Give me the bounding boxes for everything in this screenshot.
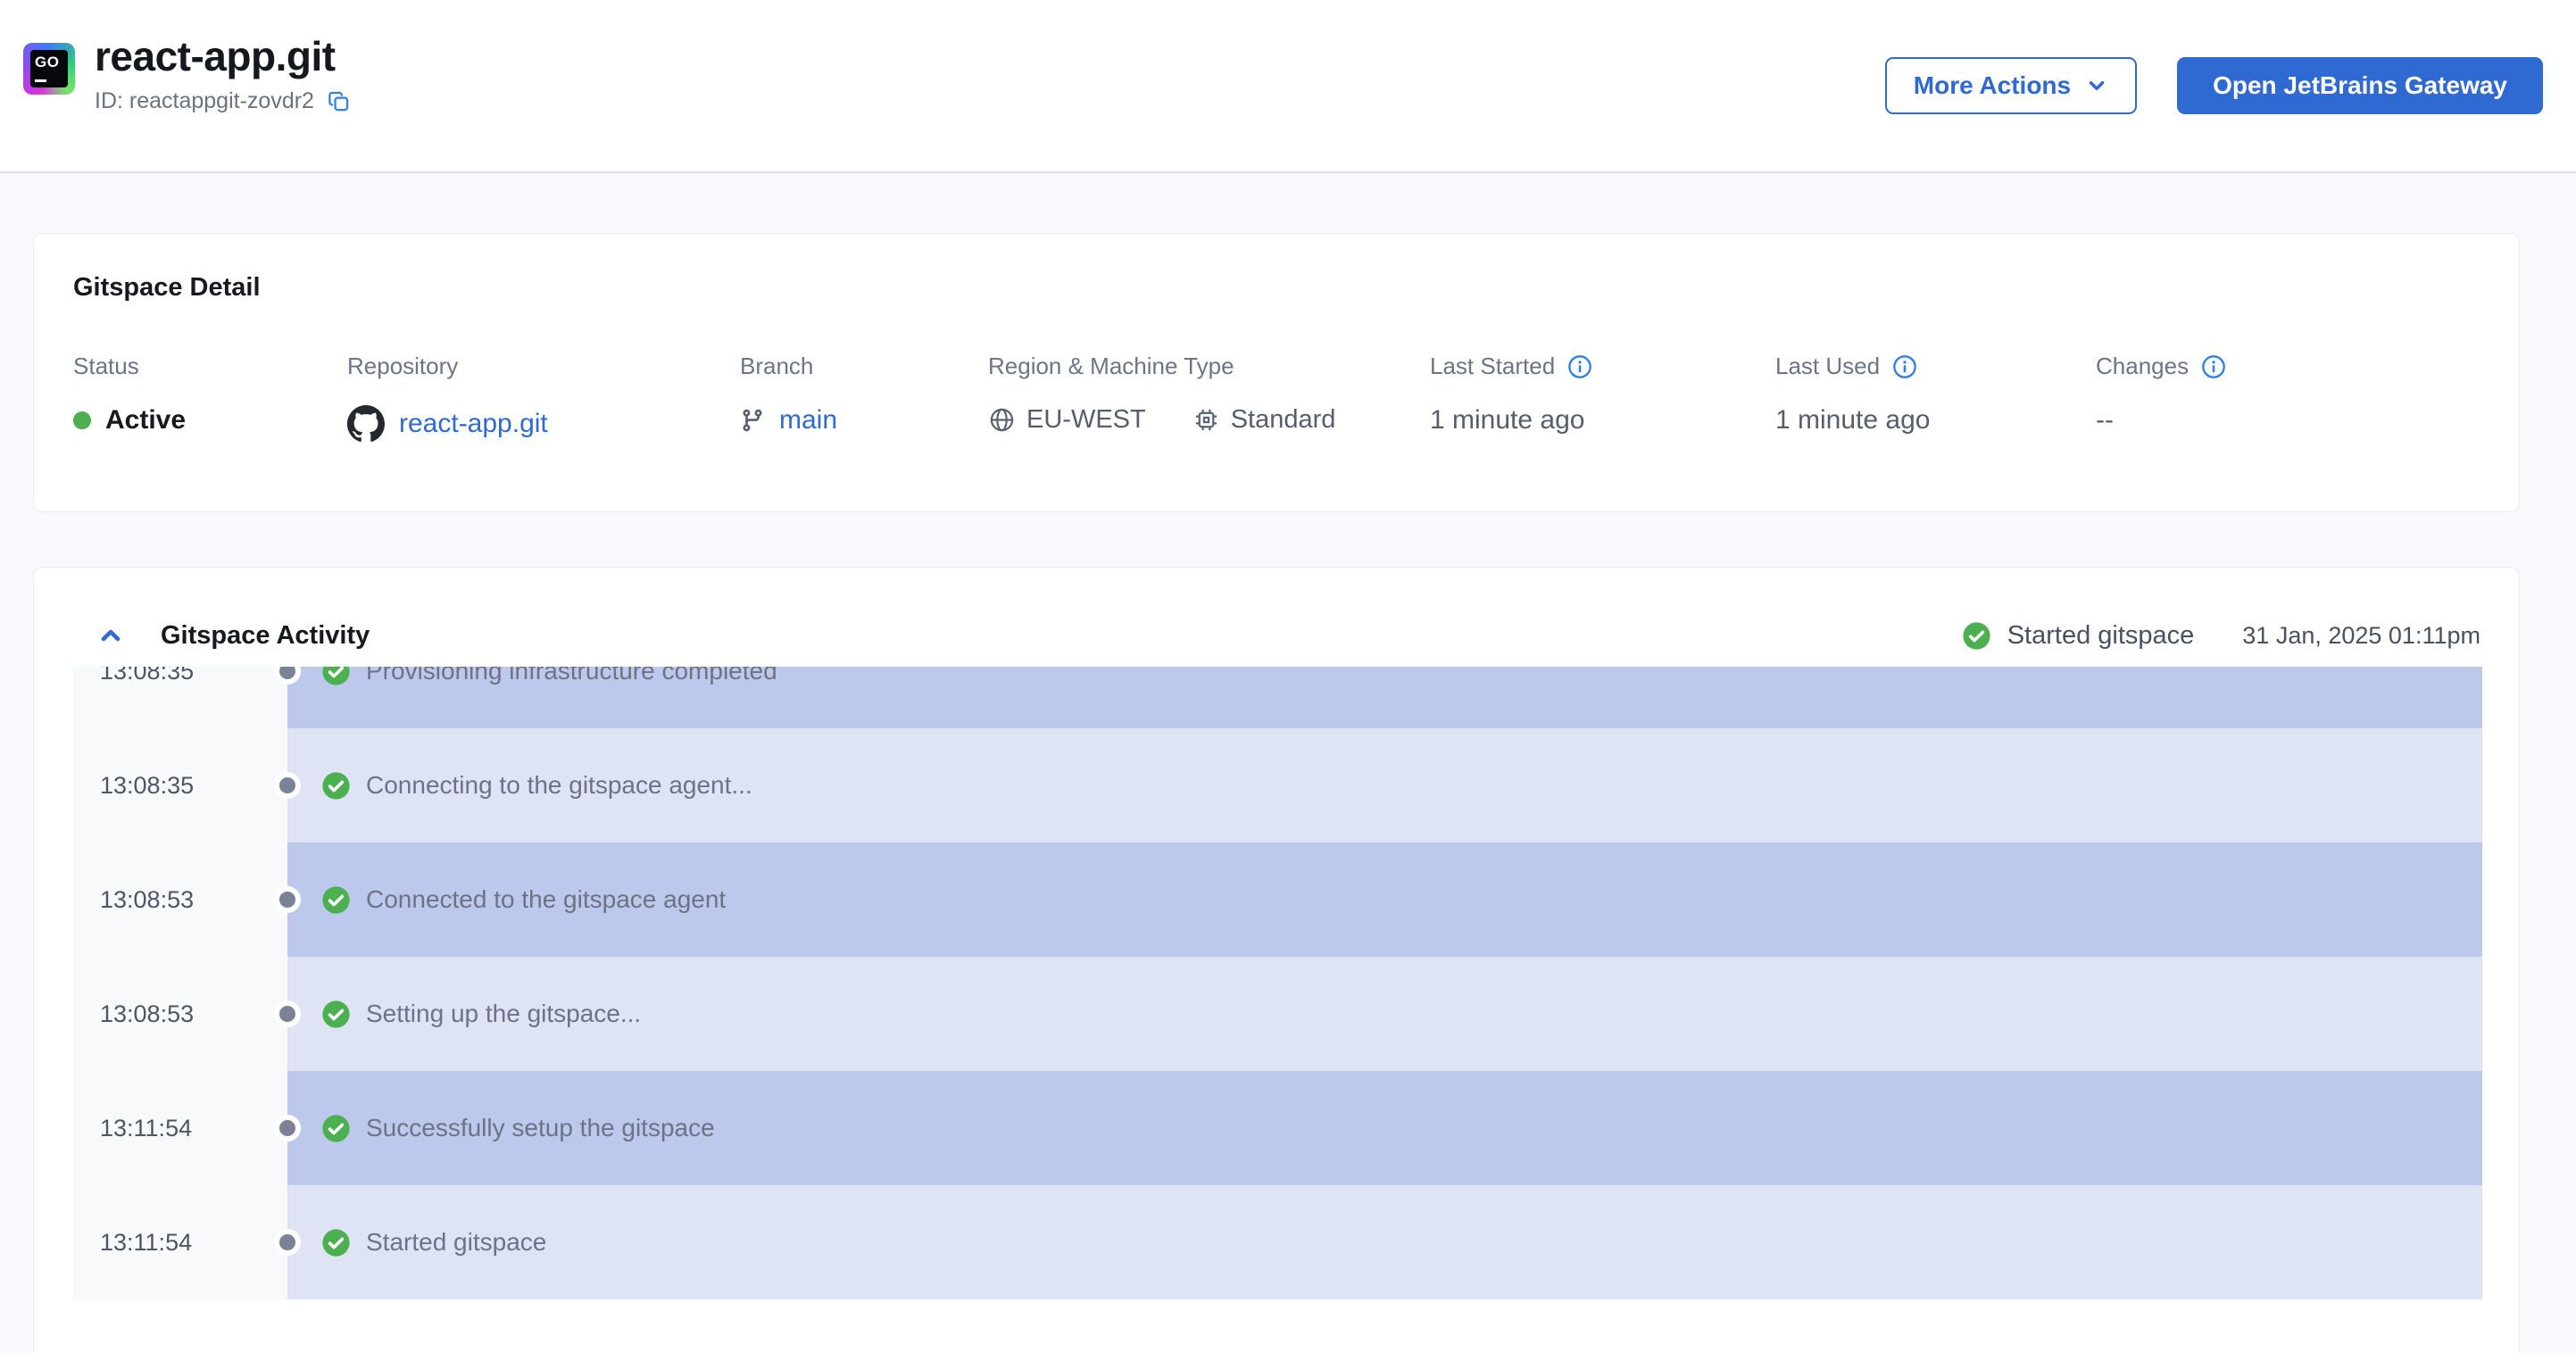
log-message: Connected to the gitspace agent — [366, 885, 727, 913]
log-row: 13:08:35 Provisioning infrastructure com… — [73, 667, 2482, 728]
check-circle-icon — [321, 667, 351, 686]
last-used-value: 1 minute ago — [1775, 405, 1931, 435]
open-jetbrains-gateway-button[interactable]: Open JetBrains Gateway — [2177, 57, 2543, 114]
status-active-dot — [73, 411, 91, 429]
chevron-down-icon — [2085, 74, 2108, 97]
activity-status-time: 31 Jan, 2025 01:11pm — [2242, 621, 2480, 649]
last-started-value: 1 minute ago — [1430, 405, 1585, 435]
log-time: 13:08:53 — [100, 885, 195, 913]
check-circle-icon — [321, 1000, 351, 1029]
check-circle-icon — [1962, 621, 1991, 651]
log-row: 13:11:54 Successfully setup the gitspace — [73, 1071, 2482, 1185]
page-title: react-app.git — [95, 33, 336, 79]
gitspace-detail-card: Gitspace Detail Status Active Repository… — [33, 233, 2520, 512]
repository-label: Repository — [347, 353, 459, 379]
activity-log-viewport[interactable]: 13:08:35 Provisioning infrastructure com… — [73, 667, 2482, 1299]
github-icon — [347, 405, 385, 443]
branch-link[interactable]: main — [779, 405, 837, 436]
timeline-dot — [279, 777, 295, 793]
gitspace-id: ID: reactappgit-zovdr2 — [95, 87, 314, 113]
log-row: 13:08:53 Connected to the gitspace agent — [73, 843, 2482, 957]
field-repository: Repository react-app.git — [347, 353, 548, 443]
timeline-dot — [279, 1234, 295, 1250]
field-last-started: Last Started 1 minute ago — [1430, 353, 1592, 436]
info-icon[interactable] — [2201, 354, 2226, 379]
changes-label: Changes — [2096, 353, 2190, 379]
region-machine-label: Region & Machine Type — [988, 353, 1234, 379]
cpu-chip-icon — [1192, 406, 1220, 434]
log-message: Setting up the gitspace... — [366, 1000, 642, 1027]
branch-label: Branch — [740, 353, 814, 379]
activity-title: Gitspace Activity — [161, 620, 370, 650]
status-value: Active — [105, 405, 187, 435]
log-row: 13:11:54 Started gitspace — [73, 1185, 2482, 1299]
repository-link[interactable]: react-app.git — [399, 409, 548, 439]
copy-icon[interactable] — [327, 89, 351, 113]
log-message: Started gitspace — [366, 1228, 547, 1256]
field-changes: Changes -- — [2096, 353, 2226, 436]
changes-value: -- — [2096, 405, 2114, 435]
info-icon[interactable] — [1567, 354, 1592, 379]
log-time: 13:08:35 — [100, 771, 195, 799]
activity-status-text: Started gitspace — [2007, 620, 2195, 650]
field-region-machine: Region & Machine Type EU-WEST Standard — [988, 353, 1367, 435]
activity-log: 13:08:35 Provisioning infrastructure com… — [73, 667, 2482, 1299]
gitspace-activity-card: Gitspace Activity Started gitspace 31 Ja… — [33, 567, 2520, 1353]
field-status: Status Active — [73, 353, 186, 436]
log-row: 13:08:35 Connecting to the gitspace agen… — [73, 728, 2482, 843]
globe-icon — [988, 406, 1016, 434]
timeline-dot — [279, 892, 295, 908]
log-message: Provisioning infrastructure completed — [366, 667, 777, 685]
goland-logo-text: GO — [35, 54, 60, 71]
chevron-up-icon[interactable] — [96, 621, 125, 650]
goland-logo-underscore — [35, 79, 46, 82]
more-actions-label: More Actions — [1913, 71, 2072, 99]
log-time: 13:08:35 — [100, 667, 195, 685]
last-started-label: Last Started — [1430, 353, 1556, 379]
check-circle-icon — [321, 1228, 351, 1258]
last-used-label: Last Used — [1775, 353, 1881, 379]
more-actions-button[interactable]: More Actions — [1884, 57, 2138, 114]
field-branch: Branch main — [740, 353, 837, 436]
log-message: Successfully setup the gitspace — [366, 1114, 715, 1141]
page-header: GO react-app.git ID: reactappgit-zovdr2 … — [0, 0, 2576, 173]
open-jetbrains-gateway-label: Open JetBrains Gateway — [2213, 71, 2507, 99]
region-value: EU-WEST — [1026, 405, 1146, 434]
timeline-dot — [279, 1120, 295, 1136]
check-circle-icon — [321, 1114, 351, 1143]
goland-logo-icon: GO — [23, 43, 75, 95]
log-time: 13:11:54 — [100, 1228, 193, 1256]
status-label: Status — [73, 353, 139, 379]
log-message: Connecting to the gitspace agent... — [366, 771, 752, 799]
check-circle-icon — [321, 771, 351, 801]
check-circle-icon — [321, 885, 351, 915]
machine-type-value: Standard — [1230, 405, 1336, 434]
log-time: 13:11:54 — [100, 1114, 193, 1141]
git-branch-icon — [740, 408, 765, 433]
info-icon[interactable] — [1892, 354, 1917, 379]
timeline-dot — [279, 1006, 295, 1022]
gitspace-detail-title: Gitspace Detail — [73, 273, 261, 302]
field-last-used: Last Used 1 minute ago — [1775, 353, 1930, 436]
log-row: 13:08:53 Setting up the gitspace... — [73, 957, 2482, 1071]
log-time: 13:08:53 — [100, 1000, 195, 1027]
